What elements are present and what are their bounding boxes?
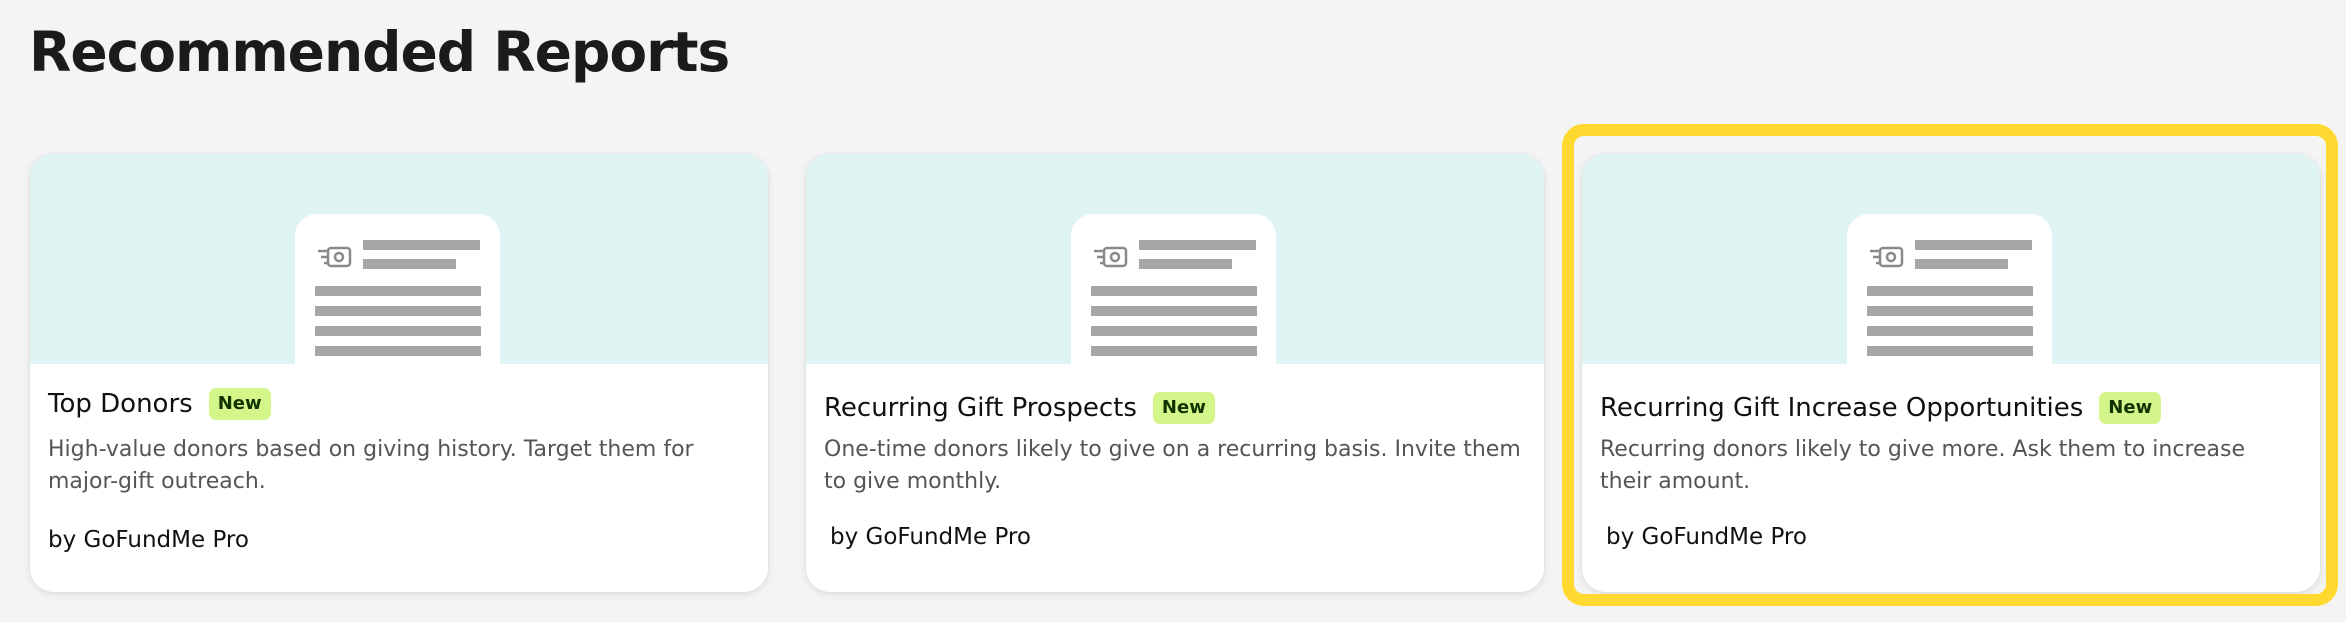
card-description: One-time donors likely to give on a recu…	[824, 437, 1521, 494]
card-byline: by GoFundMe Pro	[830, 524, 1031, 550]
new-badge: New	[2099, 392, 2162, 424]
card-banner	[1582, 154, 2320, 364]
report-card-recurring-gift-prospects[interactable]: Recurring Gift Prospects New One-time do…	[806, 154, 1544, 592]
report-document-icon	[1847, 214, 2052, 364]
card-description: Recurring donors likely to give more. As…	[1600, 437, 2246, 494]
report-card-recurring-gift-increase-opportunities[interactable]: Recurring Gift Increase Opportunities Ne…	[1582, 154, 2320, 592]
card-title: Top Donors	[48, 389, 193, 419]
card-banner	[30, 154, 768, 364]
page-title: Recommended Reports	[29, 20, 730, 84]
new-badge: New	[208, 388, 271, 420]
new-badge: New	[1152, 392, 1215, 424]
card-byline: by GoFundMe Pro	[48, 527, 249, 553]
report-document-icon	[1071, 214, 1276, 364]
card-title: Recurring Gift Increase Opportunities	[1600, 393, 2084, 423]
card-title: Recurring Gift Prospects	[824, 393, 1137, 423]
report-document-icon	[295, 214, 500, 364]
report-card-top-donors[interactable]: Top Donors New High-value donors based o…	[30, 154, 768, 592]
card-banner	[806, 154, 1544, 364]
card-description: High-value donors based on giving histor…	[48, 437, 694, 494]
card-byline: by GoFundMe Pro	[1606, 524, 1807, 550]
